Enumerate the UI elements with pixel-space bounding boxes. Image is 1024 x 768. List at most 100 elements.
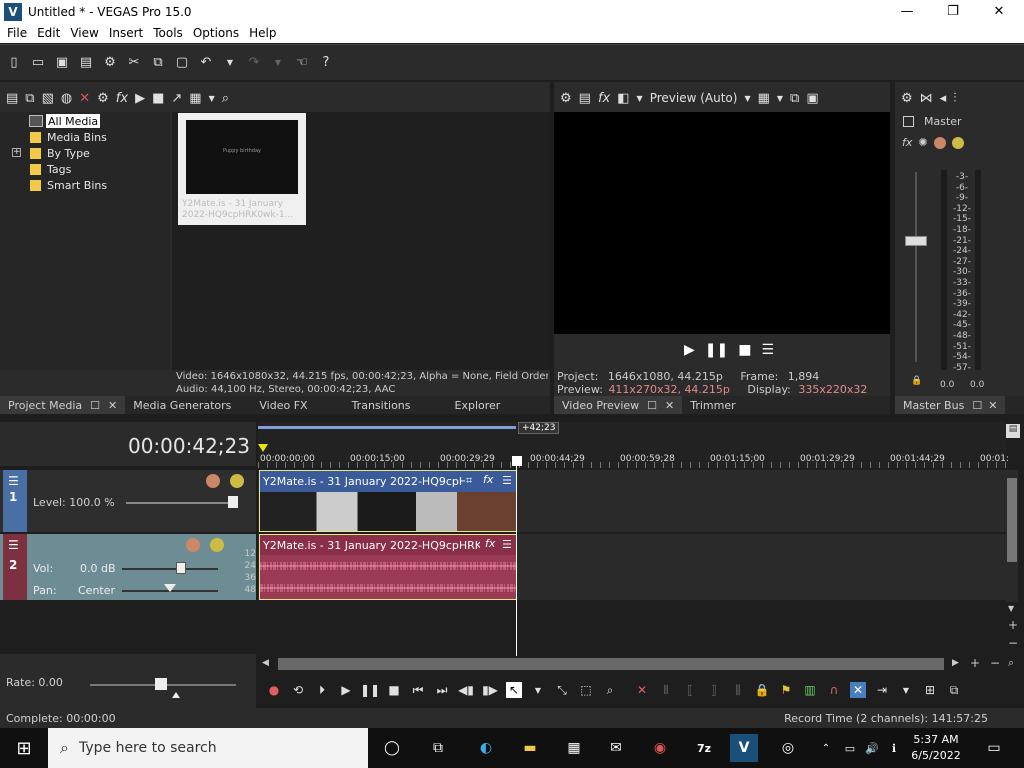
auto-ripple-icon[interactable]: ⇥ [874,682,890,698]
preview-quality-dropdown[interactable]: Preview (Auto) [650,91,738,105]
video-clip-menu-icon[interactable]: ☰ [502,474,512,487]
event-pan-crop-icon[interactable]: ⧉ [946,682,962,698]
split-screen-icon[interactable]: ◧ [617,91,629,106]
insert-marker-icon[interactable]: ⚑ [778,682,794,698]
preview-play-icon[interactable]: ▶ [684,342,695,358]
tab-video-preview[interactable]: Video Preview ☐ ✕ [554,396,683,414]
zoom-out-horizontal-icon[interactable]: − [990,656,1000,670]
master-fader-handle[interactable] [905,236,927,246]
pan-slider-handle[interactable] [164,584,176,592]
mail-icon[interactable]: ✉ [602,734,630,762]
overlays-dropdown-icon[interactable]: ▼ [777,94,783,103]
tree-item-all-media[interactable]: All Media [46,114,101,128]
marker-bar-icon[interactable]: ▤ [1006,424,1020,438]
audio-mute-icon[interactable] [186,538,200,552]
notification-icon[interactable]: ▭ [980,734,1008,762]
solo-icon[interactable] [951,136,964,149]
zoom-out-vertical-icon[interactable]: − [1008,636,1018,650]
audio-track-menu-icon[interactable]: ☰ [8,538,19,552]
next-frame-icon[interactable]: ▮▶ [482,682,498,698]
transport-stop-icon[interactable]: ■ [386,682,402,698]
save-as-icon[interactable]: ▤ [78,55,94,71]
undock-icon[interactable]: ☐ [647,399,657,412]
play-icon[interactable]: ▶ [135,91,145,106]
menu-file[interactable]: File [2,26,32,40]
redo-icon[interactable]: ↷ [246,55,262,71]
vol-slider-track[interactable] [122,568,218,570]
previous-frame-icon[interactable]: ◀▮ [458,682,474,698]
crop-icon[interactable]: ⌗ [466,474,472,488]
zoom-tool-icon[interactable]: ⌕ [1008,656,1014,670]
audio-clip-menu-icon[interactable]: ☰ [502,538,512,551]
web-icon[interactable]: ◍ [61,91,72,106]
snapping-icon[interactable]: ∩ [826,682,842,698]
chrome-icon[interactable]: ◉ [646,734,674,762]
undo-icon[interactable]: ↶ [198,55,214,71]
dim-output-icon[interactable]: ◂ [940,91,947,106]
video-level-slider-handle[interactable] [228,496,238,508]
undock-icon[interactable]: ☐ [90,399,100,412]
vertical-scrollbar[interactable] [1006,470,1018,602]
record-icon[interactable]: ● [266,682,282,698]
minimize-button[interactable]: — [884,0,930,23]
go-to-start-icon[interactable]: ⏮ [410,682,426,698]
menu-options[interactable]: Options [188,26,244,40]
file-explorer-icon[interactable]: ▬ [516,734,544,762]
preview-fx-icon[interactable]: fx [598,91,610,106]
close-button[interactable]: ✕ [976,0,1022,23]
tab-transitions[interactable]: Transitions [344,396,419,414]
lock-icon[interactable]: ⊞ [922,682,938,698]
video-solo-icon[interactable] [230,474,244,488]
zoom-in-horizontal-icon[interactable]: + [970,656,980,670]
menu-tools[interactable]: Tools [148,26,188,40]
playhead-marker-icon[interactable] [512,456,522,466]
lock-icon[interactable]: 🔒 [911,376,922,386]
menu-edit[interactable]: Edit [32,26,65,40]
auto-crossfade-icon[interactable]: ✕ [850,682,866,698]
video-clip-fx-icon[interactable]: fx [483,473,493,486]
close-tab-icon[interactable]: ✕ [988,399,997,412]
video-level-slider-track[interactable] [126,502,236,504]
envelope-tool-icon[interactable]: ⤡ [554,682,570,698]
auto-preview-icon[interactable]: ↗ [171,91,182,106]
menu-insert[interactable]: Insert [104,26,148,40]
edge-icon[interactable]: ◐ [472,734,500,762]
split-icon[interactable]: ⫼ [730,682,746,698]
normal-edit-tool-icon[interactable]: ↖ [506,682,522,698]
7zip-icon[interactable]: 7z [690,734,718,762]
save-snapshot-icon[interactable]: ▣ [806,91,818,106]
vol-slider-handle[interactable] [176,562,186,574]
search-icon[interactable]: ⌕ [222,91,229,106]
tab-media-generators[interactable]: Media Generators [125,396,239,414]
trim-icon[interactable]: ⦀ [658,682,674,698]
preview-menu-icon[interactable]: ☰ [761,342,774,358]
split-dropdown-icon[interactable]: ▼ [637,94,643,103]
get-media-icon[interactable]: ▧ [42,91,54,106]
video-track-menu-icon[interactable]: ☰ [8,474,19,488]
whats-this-icon[interactable]: ? [318,55,334,71]
quality-dropdown-icon[interactable]: ▼ [744,94,750,103]
transport-play-icon[interactable]: ▶ [338,682,354,698]
views-dropdown-icon[interactable]: ▼ [209,94,215,103]
scroll-down-icon[interactable]: ▼ [1008,604,1014,613]
start-marker-icon[interactable] [258,444,268,452]
tab-project-media[interactable]: Project Media ☐ ✕ [0,396,126,414]
preview-stop-icon[interactable]: ■ [738,342,751,358]
transport-pause-icon[interactable]: ❚❚ [360,682,380,698]
store-icon[interactable]: ▦ [560,734,588,762]
master-fx-icon[interactable]: fx [902,136,912,149]
expand-icon[interactable]: + [12,148,21,157]
tab-trimmer[interactable]: Trimmer [682,396,743,414]
loop-region-bar[interactable] [258,426,516,429]
undock-icon[interactable]: ☐ [972,399,982,412]
tab-master-bus[interactable]: Master Bus ☐ ✕ [895,396,1006,414]
master-checkbox-icon[interactable] [903,116,914,127]
stop-icon[interactable]: ■ [152,91,164,106]
cut-icon[interactable]: ✂ [126,55,142,71]
menu-view[interactable]: View [65,26,103,40]
clock[interactable]: 5:37 AM 6/5/2022 [904,732,968,764]
fx-icon[interactable]: fx [116,91,128,106]
scroll-right-icon[interactable]: ▶ [952,658,959,668]
media-thumbnail-card[interactable]: Puppy birthday Y2Mate.is - 31 January 20… [178,113,306,225]
audio-clip[interactable]: Y2Mate.is - 31 January 2022-HQ9cpHRK0...… [259,534,517,600]
